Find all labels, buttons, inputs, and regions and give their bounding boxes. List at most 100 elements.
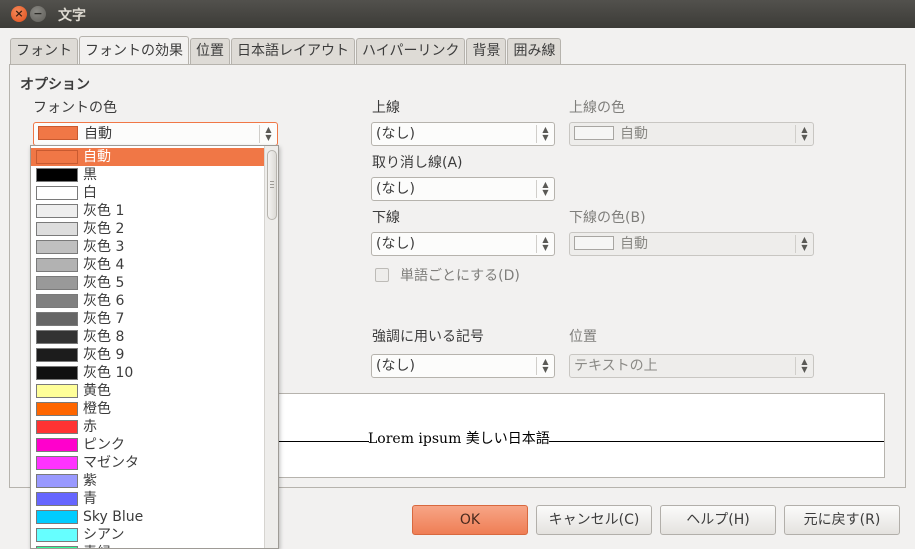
- color-option-label: 黄色: [83, 383, 111, 399]
- color-option[interactable]: 青緑: [31, 544, 264, 548]
- underline-color-label: 下線の色(B): [569, 210, 646, 226]
- color-option-label: 灰色 8: [83, 329, 125, 345]
- color-option[interactable]: 灰色 5: [31, 274, 264, 292]
- color-swatch: [36, 150, 78, 164]
- color-option-label: シアン: [83, 527, 125, 543]
- tab-background[interactable]: 背景: [466, 38, 507, 64]
- underline-combo[interactable]: (なし) ▲ ▼: [371, 232, 555, 256]
- color-swatch: [36, 312, 78, 326]
- color-option[interactable]: 紫: [31, 472, 264, 490]
- word-by-word-checkbox[interactable]: [375, 268, 389, 282]
- color-option[interactable]: 灰色 6: [31, 292, 264, 310]
- emphasis-value: (なし): [376, 358, 415, 374]
- overline-color-value: 自動: [620, 126, 648, 142]
- color-option[interactable]: 黄色: [31, 382, 264, 400]
- color-option[interactable]: 灰色 7: [31, 310, 264, 328]
- color-option[interactable]: 灰色 3: [31, 238, 264, 256]
- tab-asian-layout[interactable]: 日本語レイアウト: [231, 38, 355, 64]
- color-swatch: [36, 474, 78, 488]
- color-swatch: [36, 240, 78, 254]
- color-option[interactable]: 灰色 8: [31, 328, 264, 346]
- underline-color-value: 自動: [620, 236, 648, 252]
- color-option-label: 灰色 4: [83, 257, 125, 273]
- underline-value: (なし): [376, 236, 415, 252]
- color-swatch: [36, 456, 78, 470]
- color-option-label: 黒: [83, 167, 97, 183]
- options-heading: オプション: [20, 77, 90, 93]
- color-option[interactable]: 黒: [31, 166, 264, 184]
- strikeout-value: (なし): [376, 181, 415, 197]
- color-swatch: [36, 438, 78, 452]
- color-swatch: [36, 168, 78, 182]
- color-option-label: 赤: [83, 419, 97, 435]
- color-option-label: 灰色 7: [83, 311, 125, 327]
- spin-arrows-icon: ▲ ▼: [795, 357, 813, 375]
- tab-position[interactable]: 位置: [190, 38, 230, 64]
- preview-baseline-left: [279, 441, 369, 442]
- position-combo[interactable]: テキストの上 ▲ ▼: [569, 354, 814, 378]
- overline-label: 上線: [372, 100, 400, 116]
- color-option[interactable]: 灰色 1: [31, 202, 264, 220]
- tab-font-effects[interactable]: フォントの効果: [79, 36, 189, 64]
- color-option[interactable]: 白: [31, 184, 264, 202]
- overline-value: (なし): [376, 126, 415, 142]
- color-option[interactable]: 自動: [31, 148, 264, 166]
- color-option[interactable]: 青: [31, 490, 264, 508]
- color-option[interactable]: 灰色 2: [31, 220, 264, 238]
- color-option[interactable]: 灰色 10: [31, 364, 264, 382]
- font-color-dropdown-list[interactable]: 青緑シアン Sky Blue 青紫 マゼンタ ピンク 赤 橙色 黄色 灰色 10 灰色 9 灰色 8…: [30, 145, 279, 549]
- color-option[interactable]: 赤: [31, 418, 264, 436]
- strikeout-label: 取り消し線(A): [372, 155, 463, 171]
- color-option-label: 青緑: [83, 544, 111, 548]
- help-button[interactable]: ヘルプ(H): [660, 505, 776, 535]
- color-option[interactable]: 灰色 4: [31, 256, 264, 274]
- color-option-label: 紫: [83, 473, 97, 489]
- color-option-label: 灰色 9: [83, 347, 125, 363]
- color-swatch: [36, 510, 78, 524]
- color-option[interactable]: シアン: [31, 526, 264, 544]
- color-swatch: [36, 204, 78, 218]
- color-swatch: [36, 420, 78, 434]
- overline-color-combo[interactable]: 自動 ▲ ▼: [569, 122, 814, 146]
- color-option[interactable]: マゼンタ: [31, 454, 264, 472]
- emphasis-combo[interactable]: (なし) ▲ ▼: [371, 354, 555, 378]
- cancel-button[interactable]: キャンセル(C): [536, 505, 652, 535]
- color-option-label: 灰色 3: [83, 239, 125, 255]
- color-swatch: [36, 294, 78, 308]
- underline-color-combo[interactable]: 自動 ▲ ▼: [569, 232, 814, 256]
- tab-hyperlink[interactable]: ハイパーリンク: [356, 38, 466, 64]
- minimize-window-icon[interactable]: −: [30, 6, 46, 22]
- dropdown-scrollbar[interactable]: [264, 146, 278, 548]
- color-option[interactable]: 橙色: [31, 400, 264, 418]
- tab-bar: フォント フォントの効果 位置 日本語レイアウト ハイパーリンク 背景 囲み線: [10, 36, 562, 64]
- color-option[interactable]: ピンク: [31, 436, 264, 454]
- color-option-label: ピンク: [83, 437, 125, 453]
- tab-font[interactable]: フォント: [10, 38, 78, 64]
- overline-color-swatch: [574, 125, 614, 140]
- overline-combo[interactable]: (なし) ▲ ▼: [371, 122, 555, 146]
- underline-label: 下線: [372, 210, 400, 226]
- scrollbar-thumb[interactable]: [267, 150, 277, 220]
- color-option-label: マゼンタ: [83, 455, 139, 471]
- word-by-word-label: 単語ごとにする(D): [400, 268, 520, 284]
- spin-arrows-icon: ▲ ▼: [536, 235, 554, 253]
- ok-button[interactable]: OK: [412, 505, 528, 535]
- strikeout-combo[interactable]: (なし) ▲ ▼: [371, 177, 555, 201]
- color-option-label: 自動: [83, 149, 111, 165]
- preview-baseline-right: [549, 441, 884, 442]
- font-color-combo[interactable]: 自動 ▲ ▼: [33, 122, 278, 146]
- position-label: 位置: [569, 329, 597, 345]
- color-option[interactable]: Sky Blue: [31, 508, 264, 526]
- color-swatch: [36, 366, 78, 380]
- tab-borders[interactable]: 囲み線: [507, 38, 562, 64]
- color-option-label: 青: [83, 491, 97, 507]
- spin-arrows-icon: ▲ ▼: [795, 235, 813, 253]
- color-option[interactable]: 灰色 9: [31, 346, 264, 364]
- color-swatch: [36, 276, 78, 290]
- color-option-label: 灰色 2: [83, 221, 125, 237]
- close-window-icon[interactable]: ×: [11, 6, 27, 22]
- color-swatch: [36, 528, 78, 542]
- reset-button[interactable]: 元に戻す(R): [784, 505, 900, 535]
- color-swatch: [36, 258, 78, 272]
- spin-arrows-icon: ▲ ▼: [536, 357, 554, 375]
